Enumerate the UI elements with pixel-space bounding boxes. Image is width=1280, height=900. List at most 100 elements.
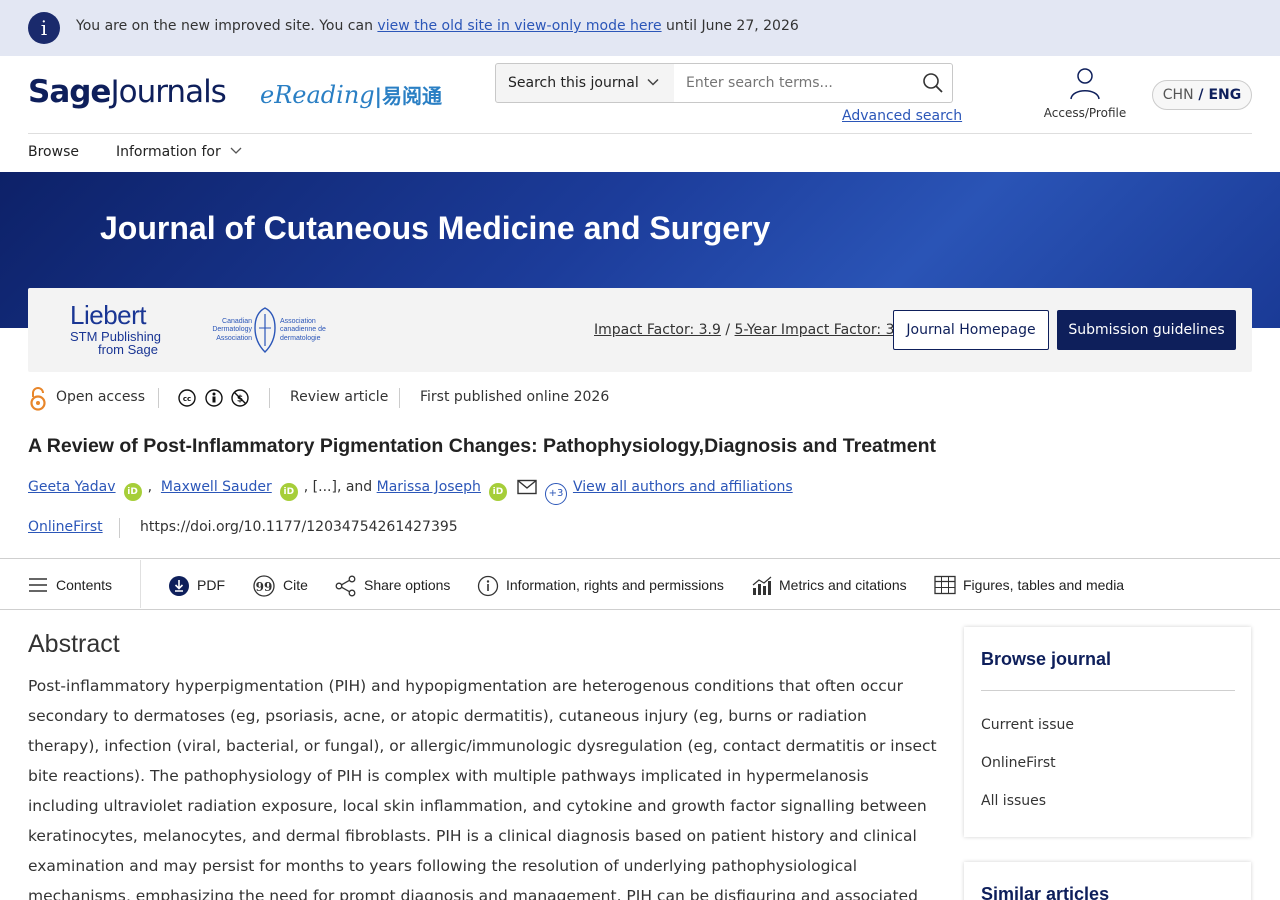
abstract-text: Post-inflammatory hyperpigmentation (PIH… — [28, 677, 937, 900]
advanced-search-link[interactable]: Advanced search — [842, 108, 962, 124]
article-type: Review article — [290, 389, 389, 405]
impact-factor-link[interactable]: Impact Factor: 3.9 — [594, 322, 721, 338]
browse-journal-heading: Browse journal — [981, 649, 1112, 669]
logo-word-sage: Sage — [28, 74, 111, 110]
orcid-icon[interactable]: iD — [279, 483, 298, 501]
meta-divider — [158, 388, 159, 408]
publication-date: First published online 2026 — [420, 389, 610, 405]
figures-tables-button[interactable]: Figures, tables and media — [934, 575, 1134, 595]
all-issues-link[interactable]: All issues — [981, 793, 1046, 809]
metrics-label: Metrics and citations — [779, 577, 907, 593]
information-rights-label: Information, rights and permissions — [506, 577, 724, 593]
site-notice-prefix: You are on the new improved site. You ca… — [76, 18, 378, 34]
author-list: Geeta Yadav iD, Maxwell Sauder iD , [...], … — [28, 479, 793, 505]
journal-title[interactable]: Journal of Cutaneous Medicine and Surger… — [100, 210, 770, 247]
liebert-logo: Liebert STM Publishing from Sage — [70, 302, 161, 356]
author-separator: , — [147, 479, 153, 495]
contents-label: Contents — [56, 577, 113, 593]
search-scope-label: Search this journal — [508, 75, 639, 91]
meta-divider — [269, 388, 270, 408]
open-access-label: Open access — [56, 389, 146, 405]
info-icon — [477, 575, 499, 597]
author-link[interactable]: Maxwell Sauder — [161, 479, 272, 495]
contents-button[interactable]: Contents — [28, 575, 128, 595]
svg-text:cc: cc — [183, 395, 191, 403]
journal-homepage-button[interactable]: Journal Homepage — [893, 310, 1049, 350]
ereading-chinese: |易阅通 — [374, 84, 442, 108]
chevron-down-icon — [230, 147, 242, 154]
impact-factors: Impact Factor: 3.9 / 5-Year Impact Facto… — [594, 322, 908, 338]
access-profile-button[interactable]: Access/Profile — [1040, 66, 1130, 120]
cda-emblem-icon — [253, 306, 277, 354]
share-icon — [335, 575, 356, 597]
info-icon: i — [28, 12, 60, 44]
author-ellipsis: , [...], and — [303, 479, 377, 495]
nav-browse[interactable]: Browse — [28, 144, 79, 160]
table-icon — [934, 575, 956, 595]
doi-text[interactable]: https://doi.org/10.1177/1203475426142739… — [140, 519, 458, 535]
liebert-wordmark: Liebert — [70, 300, 147, 330]
old-site-link[interactable]: view the old site in view-only mode here — [377, 18, 661, 34]
pdf-label: PDF — [197, 577, 225, 593]
ereading-partner-logo[interactable]: eReading|易阅通 — [260, 80, 442, 109]
orcid-icon[interactable]: iD — [488, 483, 507, 501]
figures-label: Figures, tables and media — [963, 577, 1125, 593]
search-scope-select[interactable]: Search this journal — [495, 63, 675, 103]
sage-journals-logo[interactable]: SageJournals — [28, 74, 227, 110]
open-access-icon — [28, 387, 48, 411]
view-all-authors-link[interactable]: View all authors and affiliations — [573, 479, 793, 495]
onlinefirst-link[interactable]: OnlineFirst — [28, 519, 103, 535]
browse-journal-divider — [981, 690, 1235, 691]
current-issue-link[interactable]: Current issue — [981, 717, 1074, 733]
five-year-impact-link[interactable]: 5-Year Impact Factor: 3.1 — [735, 322, 908, 338]
quote-icon: 99 — [253, 575, 275, 597]
information-rights-button[interactable]: Information, rights and permissions — [477, 575, 727, 597]
cda-english-name: Canadian Dermatology Association — [212, 318, 252, 342]
nav-information-for[interactable]: Information for — [116, 144, 243, 160]
cite-label: Cite — [283, 577, 308, 593]
cda-french-name: Association canadienne de dermatologie — [280, 318, 326, 342]
pdf-button[interactable]: PDF — [168, 575, 238, 596]
abstract-heading: Abstract — [28, 630, 120, 658]
access-profile-label: Access/Profile — [1043, 106, 1127, 120]
orcid-icon[interactable]: iD — [123, 483, 142, 501]
ereading-latin: eReading — [260, 81, 375, 109]
site-notice-suffix: until June 27, 2026 — [661, 18, 799, 34]
chevron-down-icon — [646, 75, 660, 92]
cc-nc-icon: $ — [231, 389, 249, 407]
share-options-button[interactable]: Share options — [335, 575, 455, 597]
email-icon[interactable] — [517, 479, 537, 499]
meta-divider — [399, 388, 400, 408]
cc-icon: cc — [178, 389, 196, 407]
metrics-citations-button[interactable]: Metrics and citations — [751, 575, 911, 595]
lang-separator: / — [1193, 87, 1209, 103]
search-icon[interactable] — [922, 72, 944, 94]
impact-separator: / — [720, 322, 735, 338]
share-label: Share options — [364, 577, 451, 593]
language-toggle[interactable]: CHN / ENG — [1152, 80, 1252, 110]
submission-guidelines-button[interactable]: Submission guidelines — [1057, 310, 1236, 350]
creative-commons-license[interactable]: cc $ — [178, 388, 252, 408]
list-icon — [29, 578, 47, 592]
liebert-line2: from Sage — [98, 342, 158, 357]
toolbar-divider — [140, 560, 141, 608]
cite-button[interactable]: 99 Cite — [253, 575, 323, 597]
onlinefirst-sidebar-link[interactable]: OnlineFirst — [981, 755, 1056, 771]
similar-articles-heading: Similar articles — [981, 884, 1110, 900]
search-input[interactable] — [674, 63, 953, 103]
bar-chart-icon — [752, 576, 772, 595]
header-divider — [28, 133, 1252, 134]
nav-information-for-label: Information for — [116, 144, 221, 160]
download-icon — [169, 576, 189, 596]
cc-by-icon — [205, 389, 223, 407]
meta-divider — [119, 518, 120, 538]
lang-eng[interactable]: ENG — [1208, 87, 1241, 103]
svg-text:99: 99 — [256, 580, 273, 594]
article-title: A Review of Post-Inflammatory Pigmentati… — [28, 435, 936, 457]
author-link[interactable]: Marissa Joseph — [377, 479, 481, 495]
logo-word-journals: Journals — [110, 74, 226, 110]
site-notice-banner: i You are on the new improved site. You … — [0, 0, 1280, 56]
author-link[interactable]: Geeta Yadav — [28, 479, 116, 495]
lang-chn[interactable]: CHN — [1163, 87, 1194, 103]
more-authors-badge[interactable]: +3 — [544, 483, 567, 505]
